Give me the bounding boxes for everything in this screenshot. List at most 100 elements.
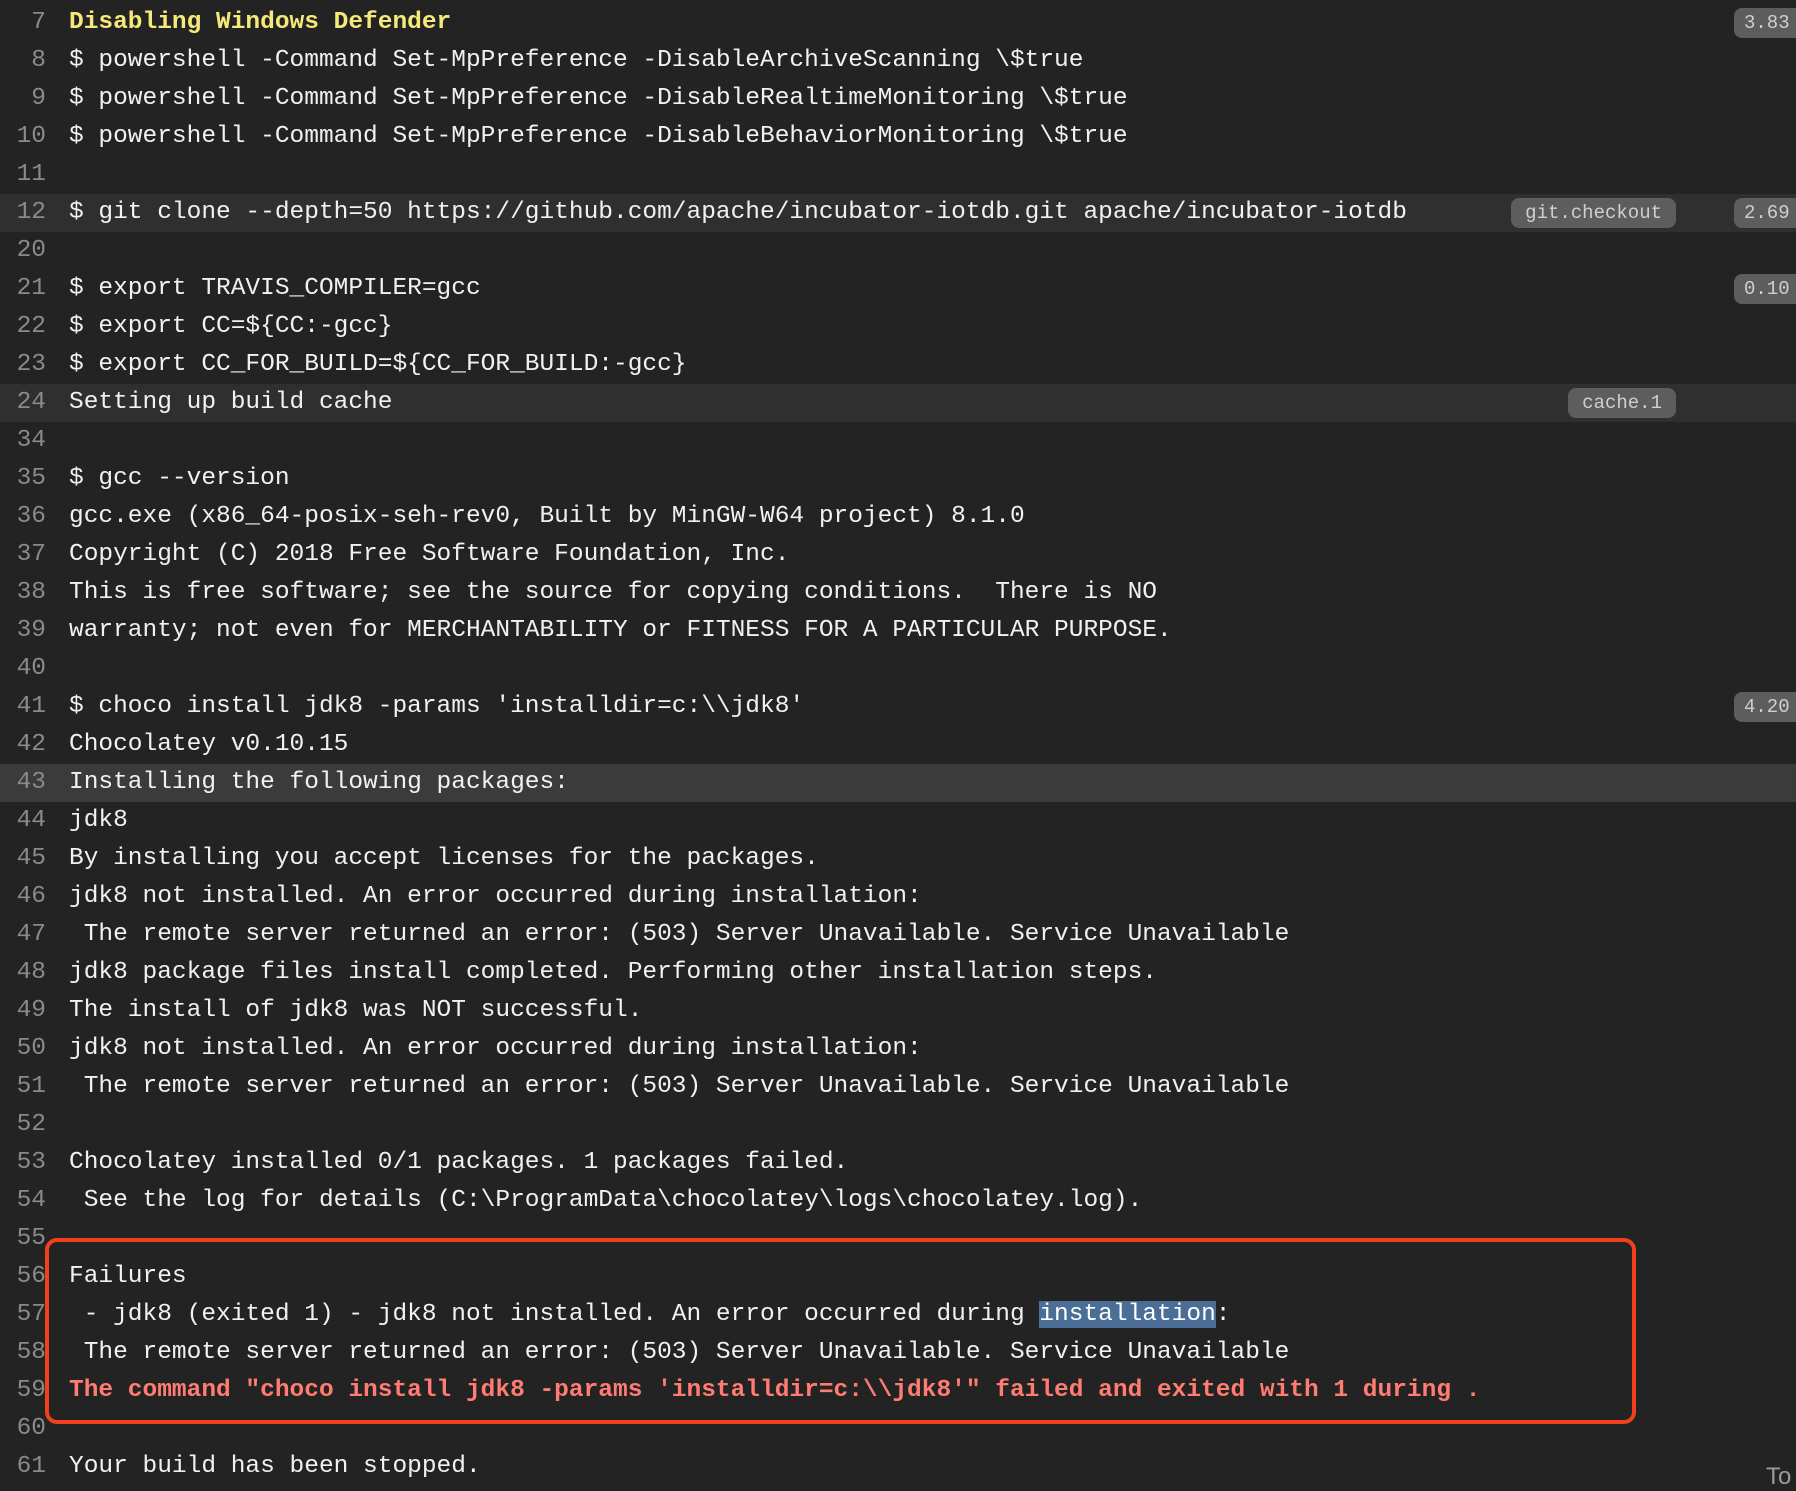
line-number[interactable]: 34: [0, 422, 46, 460]
line-number[interactable]: 61: [0, 1448, 46, 1486]
line-number[interactable]: 20: [0, 232, 46, 270]
log-line-text: Your build has been stopped.: [69, 1453, 481, 1480]
log-line[interactable]: 23 $ export CC_FOR_BUILD=${CC_FOR_BUILD:-…: [0, 346, 1796, 384]
fold-tag-badge: git.checkout: [1511, 198, 1676, 228]
line-number[interactable]: 45: [0, 840, 46, 878]
duration-badge: 3.83: [1734, 8, 1796, 38]
log-line-text: jdk8 package files install completed. Pe…: [69, 959, 1157, 986]
line-number[interactable]: 11: [0, 156, 46, 194]
log-line[interactable]: 50 jdk8 not installed. An error occurred …: [0, 1030, 1796, 1068]
log-line[interactable]: 34: [0, 422, 1796, 460]
log-fold-row[interactable]: 12 $ git clone --depth=50 https://github.…: [0, 194, 1796, 232]
log-line[interactable]: 53 Chocolatey installed 0/1 packages. 1 p…: [0, 1144, 1796, 1182]
duration-badge: 0.10: [1734, 274, 1796, 304]
log-line[interactable]: 42 Chocolatey v0.10.15: [0, 726, 1796, 764]
duration-badge: 2.69: [1734, 198, 1796, 228]
duration-badge: 4.20: [1734, 692, 1796, 722]
line-number[interactable]: 44: [0, 802, 46, 840]
log-line[interactable]: 8 $ powershell -Command Set-MpPreference …: [0, 42, 1796, 80]
log-line-text: $ git clone --depth=50 https://github.co…: [69, 199, 1407, 226]
log-line[interactable]: 22 $ export CC=${CC:-gcc}: [0, 308, 1796, 346]
line-number[interactable]: 22: [0, 308, 46, 346]
log-line-text: $ powershell -Command Set-MpPreference -…: [69, 47, 1084, 74]
line-number[interactable]: 54: [0, 1182, 46, 1220]
log-line[interactable]: 47 The remote server returned an error: …: [0, 916, 1796, 954]
log-line[interactable]: 55: [0, 1220, 1796, 1258]
log-line[interactable]: 11: [0, 156, 1796, 194]
line-number[interactable]: 40: [0, 650, 46, 688]
line-number[interactable]: 47: [0, 916, 46, 954]
log-line-text: Installing the following packages:: [69, 769, 569, 796]
log-line[interactable]: 41 $ choco install jdk8 -params 'installd…: [0, 688, 1796, 726]
line-number[interactable]: 24: [0, 384, 46, 422]
log-line[interactable]: 59 The command "choco install jdk8 -param…: [0, 1372, 1796, 1410]
log-line[interactable]: 39 warranty; not even for MERCHANTABILITY…: [0, 612, 1796, 650]
log-line-text: See the log for details (C:\ProgramData\…: [69, 1187, 1143, 1214]
line-number[interactable]: 43: [0, 764, 46, 802]
log-line[interactable]: 38 This is free software; see the source …: [0, 574, 1796, 612]
line-number[interactable]: 50: [0, 1030, 46, 1068]
line-number[interactable]: 21: [0, 270, 46, 308]
line-number[interactable]: 52: [0, 1106, 46, 1144]
log-line[interactable]: 51 The remote server returned an error: …: [0, 1068, 1796, 1106]
line-number[interactable]: 10: [0, 118, 46, 156]
log-line[interactable]: 46 jdk8 not installed. An error occurred …: [0, 878, 1796, 916]
line-number[interactable]: 7: [0, 4, 46, 42]
log-line[interactable]: 35 $ gcc --version: [0, 460, 1796, 498]
log-fold-row[interactable]: 24 Setting up build cache cache.1: [0, 384, 1796, 422]
line-number[interactable]: 60: [0, 1410, 46, 1448]
log-line[interactable]: 49 The install of jdk8 was NOT successful…: [0, 992, 1796, 1030]
log-line-text: This is free software; see the source fo…: [69, 579, 1157, 606]
line-number[interactable]: 38: [0, 574, 46, 612]
line-number[interactable]: 51: [0, 1068, 46, 1106]
line-number[interactable]: 46: [0, 878, 46, 916]
log-line-text-part: :: [1215, 1301, 1231, 1328]
line-number[interactable]: 55: [0, 1220, 46, 1258]
log-line[interactable]: 52: [0, 1106, 1796, 1144]
log-line-text: jdk8: [69, 807, 128, 834]
line-number[interactable]: 36: [0, 498, 46, 536]
log-line[interactable]: 20: [0, 232, 1796, 270]
log-line[interactable]: 48 jdk8 package files install completed. …: [0, 954, 1796, 992]
line-number[interactable]: 37: [0, 536, 46, 574]
log-line[interactable]: 45 By installing you accept licenses for …: [0, 840, 1796, 878]
log-line[interactable]: 37 Copyright (C) 2018 Free Software Found…: [0, 536, 1796, 574]
line-number[interactable]: 23: [0, 346, 46, 384]
log-line[interactable]: 54 See the log for details (C:\ProgramDa…: [0, 1182, 1796, 1220]
log-line-text: gcc.exe (x86_64-posix-seh-rev0, Built by…: [69, 503, 1025, 530]
log-line[interactable]: 7 Disabling Windows Defender 3.83: [0, 4, 1796, 42]
log-line-text: $ powershell -Command Set-MpPreference -…: [69, 123, 1128, 150]
line-number[interactable]: 56: [0, 1258, 46, 1296]
log-line[interactable]: 40: [0, 650, 1796, 688]
line-number[interactable]: 39: [0, 612, 46, 650]
log-line[interactable]: 10 $ powershell -Command Set-MpPreference…: [0, 118, 1796, 156]
line-number[interactable]: 12: [0, 194, 46, 232]
line-number[interactable]: 42: [0, 726, 46, 764]
fold-tag-badge: cache.1: [1568, 388, 1676, 418]
line-number[interactable]: 9: [0, 80, 46, 118]
line-number[interactable]: 48: [0, 954, 46, 992]
log-line[interactable]: 56 Failures: [0, 1258, 1796, 1296]
line-number[interactable]: 58: [0, 1334, 46, 1372]
scroll-to-top-button[interactable]: To: [1766, 1463, 1791, 1491]
log-line[interactable]: 36 gcc.exe (x86_64-posix-seh-rev0, Built …: [0, 498, 1796, 536]
line-number[interactable]: 49: [0, 992, 46, 1030]
log-line-text: Chocolatey v0.10.15: [69, 731, 349, 758]
line-number[interactable]: 57: [0, 1296, 46, 1334]
log-line[interactable]: 44 jdk8: [0, 802, 1796, 840]
log-line[interactable]: 61 Your build has been stopped.: [0, 1448, 1796, 1486]
log-line[interactable]: 60: [0, 1410, 1796, 1448]
log-line-text: $ export TRAVIS_COMPILER=gcc: [69, 275, 481, 302]
log-line[interactable]: 9 $ powershell -Command Set-MpPreference …: [0, 80, 1796, 118]
log-line[interactable]: 21 $ export TRAVIS_COMPILER=gcc 0.10: [0, 270, 1796, 308]
log-line-text: Failures: [69, 1263, 187, 1290]
line-number[interactable]: 53: [0, 1144, 46, 1182]
log-line[interactable]: 58 The remote server returned an error: …: [0, 1334, 1796, 1372]
line-number[interactable]: 8: [0, 42, 46, 80]
log-line-text: The command "choco install jdk8 -params …: [69, 1377, 1481, 1404]
line-number[interactable]: 41: [0, 688, 46, 726]
log-line[interactable]: 43 Installing the following packages:: [0, 764, 1796, 802]
log-line[interactable]: 57 - jdk8 (exited 1) - jdk8 not installe…: [0, 1296, 1796, 1334]
line-number[interactable]: 35: [0, 460, 46, 498]
line-number[interactable]: 59: [0, 1372, 46, 1410]
